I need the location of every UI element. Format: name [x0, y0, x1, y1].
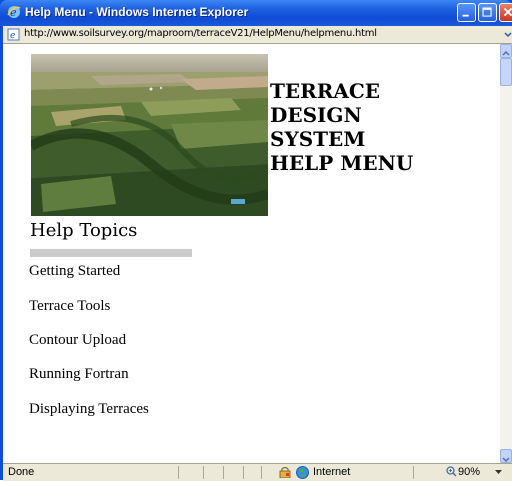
close-button[interactable]	[499, 3, 512, 22]
heading-line: SYSTEM	[270, 127, 366, 151]
maximize-button[interactable]	[478, 3, 497, 22]
zoom-level[interactable]: 90%	[458, 466, 480, 478]
minimize-button[interactable]	[457, 3, 476, 22]
address-url[interactable]: http://www.soilsurvey.org/maproom/terrac…	[24, 28, 377, 39]
section-title: Help Topics	[30, 220, 138, 241]
ie-icon: e	[7, 6, 21, 19]
scroll-up-button[interactable]	[500, 44, 512, 58]
scroll-thumb[interactable]	[500, 58, 512, 86]
window-title: Help Menu - Windows Internet Explorer	[25, 5, 249, 19]
chevron-down-icon[interactable]	[502, 26, 512, 43]
page-heading: TERRACE DESIGN SYSTEM HELP MENU	[270, 79, 413, 175]
status-separator	[413, 466, 414, 479]
maximize-icon	[482, 7, 492, 17]
topic-link-running-fortran[interactable]: Running Fortran	[29, 366, 129, 383]
status-separator	[178, 466, 179, 479]
status-separator	[261, 466, 262, 479]
heading-line: TERRACE	[270, 79, 381, 103]
vertical-scrollbar[interactable]	[500, 44, 512, 463]
heading-line: HELP MENU	[270, 151, 414, 175]
status-bar: Done Internet 90%	[3, 463, 512, 481]
svg-text:e: e	[10, 31, 15, 41]
topic-link-getting-started[interactable]: Getting Started	[29, 263, 120, 280]
browser-window: e Help Menu - Windows Internet Explorer …	[0, 0, 512, 481]
status-separator	[203, 466, 204, 479]
zoom-icon[interactable]	[446, 466, 457, 477]
minimize-icon	[462, 14, 469, 17]
lock-icon[interactable]	[279, 466, 291, 478]
page-content: TERRACE DESIGN SYSTEM HELP MENU Help Top…	[3, 44, 500, 463]
topic-link-displaying-terraces[interactable]: Displaying Terraces	[29, 401, 149, 418]
status-text: Done	[8, 466, 35, 478]
topic-link-terrace-tools[interactable]: Terrace Tools	[29, 298, 110, 315]
close-icon	[503, 7, 512, 17]
aerial-farmland-photo	[31, 54, 268, 216]
topic-link-contour-upload[interactable]: Contour Upload	[29, 332, 126, 349]
chevron-down-icon[interactable]	[495, 469, 502, 475]
address-bar[interactable]: e http://www.soilsurvey.org/maproom/terr…	[3, 26, 512, 44]
status-separator	[243, 466, 244, 479]
scroll-down-button[interactable]	[500, 449, 512, 463]
security-zone-label: Internet	[313, 466, 351, 478]
heading-line: DESIGN	[270, 103, 362, 127]
title-bar[interactable]: e Help Menu - Windows Internet Explorer	[0, 0, 512, 26]
page-icon: e	[7, 28, 20, 41]
divider-bar	[30, 249, 192, 257]
status-separator	[223, 466, 224, 479]
globe-icon	[296, 466, 309, 479]
